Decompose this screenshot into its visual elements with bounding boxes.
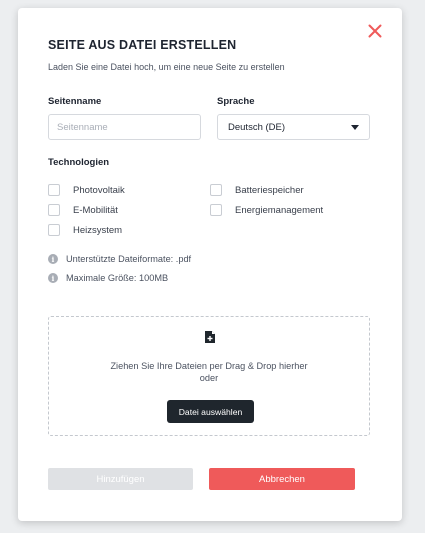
file-dropzone[interactable]: Ziehen Sie Ihre Dateien per Drag & Drop … [48,316,370,436]
modal-subtitle: Laden Sie eine Datei hoch, um eine neue … [48,62,285,72]
info-icon: i [48,273,58,283]
chevron-down-icon [351,124,359,130]
checkbox[interactable] [210,204,222,216]
language-label: Sprache [217,96,255,107]
dropzone-text: Ziehen Sie Ihre Dateien per Drag & Drop … [110,361,308,383]
technology-option-e-mobilitaet[interactable]: E-Mobilität [48,204,118,216]
modal-title: SEITE AUS DATEI ERSTELLEN [48,38,237,52]
close-icon [368,24,382,38]
technologies-label: Technologien [48,157,110,168]
technology-option-energiemanagement[interactable]: Energiemanagement [210,204,323,216]
technology-option-photovoltaik[interactable]: Photovoltaik [48,184,125,196]
file-add-icon [205,331,215,343]
technology-option-label: E-Mobilität [73,204,118,216]
checkbox[interactable] [210,184,222,196]
technology-option-label: Energiemanagement [235,204,324,216]
technology-option-label: Photovoltaik [73,184,125,196]
close-button[interactable] [366,22,384,40]
page-name-input[interactable] [48,114,201,140]
add-button[interactable]: Hinzufügen [48,468,193,490]
max-size-info: i Maximale Größe: 100MB [48,273,168,283]
checkbox[interactable] [48,204,60,216]
page-name-label: Seitenname [48,96,102,107]
supported-formats-text: Unterstützte Dateiformate: .pdf [66,254,192,264]
language-select-value: Deutsch (DE) [228,121,286,133]
checkbox[interactable] [48,224,60,236]
supported-formats-info: i Unterstützte Dateiformate: .pdf [48,254,191,264]
technology-option-batteriespeicher[interactable]: Batteriespeicher [210,184,304,196]
checkbox[interactable] [48,184,60,196]
technology-option-label: Batteriespeicher [235,184,304,196]
cancel-button[interactable]: Abbrechen [209,468,355,490]
max-size-text: Maximale Größe: 100MB [66,273,169,283]
create-page-from-file-modal: SEITE AUS DATEI ERSTELLEN Laden Sie eine… [18,8,402,521]
info-icon: i [48,254,58,264]
choose-file-button[interactable]: Datei auswählen [167,400,254,423]
technology-option-label: Heizsystem [73,224,123,236]
technology-option-heizsystem[interactable]: Heizsystem [48,224,122,236]
language-select[interactable]: Deutsch (DE) [217,114,370,140]
